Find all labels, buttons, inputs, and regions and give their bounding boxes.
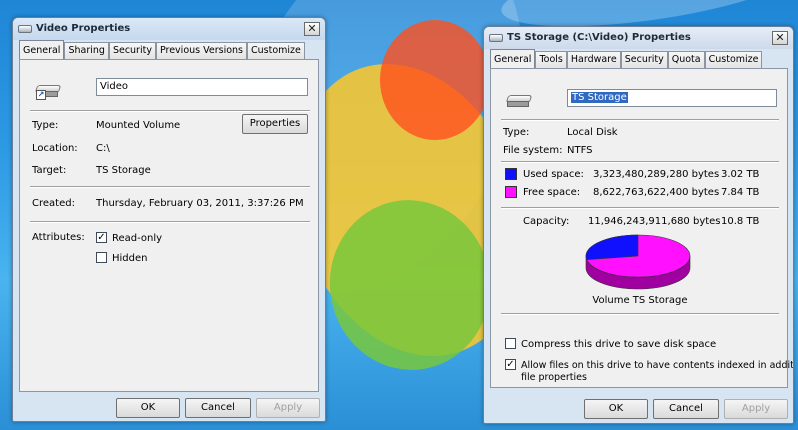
divider (501, 119, 779, 121)
tab-previous-versions[interactable]: Previous Versions (155, 42, 248, 60)
tab-general[interactable]: General (490, 49, 536, 69)
index-label-line1: Allow files on this drive to have conten… (521, 360, 794, 371)
tab-security[interactable]: Security (620, 51, 668, 69)
type-label: Type: (32, 120, 59, 131)
apply-button[interactable]: Apply (724, 399, 788, 419)
index-label-line2: file properties (521, 372, 587, 383)
disk-usage-pie-chart (585, 234, 691, 290)
window-title: Video Properties (36, 23, 131, 34)
used-space-label: Used space: (523, 169, 584, 180)
divider (30, 186, 310, 188)
properties-button[interactable]: Properties (242, 114, 308, 134)
window-title: TS Storage (C:\Video) Properties (507, 32, 691, 43)
used-space-bytes: 3,323,480,289,280 bytes (593, 169, 720, 180)
general-panel: TS Storage Type: Local Disk File system:… (490, 68, 793, 388)
tab-strip: General Sharing Security Previous Versio… (19, 40, 305, 60)
close-button[interactable]: ✕ (304, 22, 320, 36)
location-label: Location: (32, 143, 78, 154)
tab-general[interactable]: General (19, 40, 65, 60)
tab-customize[interactable]: Customize (247, 42, 305, 60)
divider (501, 161, 779, 163)
video-properties-window: Video Properties ✕ General Sharing Secur… (12, 17, 326, 422)
apply-button[interactable]: Apply (256, 398, 320, 418)
free-space-bytes: 8,622,763,622,400 bytes (593, 187, 720, 198)
free-space-size: 7.84 TB (721, 187, 760, 198)
tab-strip: General Tools Hardware Security Quota Cu… (490, 49, 763, 69)
tab-customize[interactable]: Customize (704, 51, 763, 69)
title-bar[interactable]: Video Properties ✕ (13, 18, 325, 40)
capacity-size: 10.8 TB (721, 216, 760, 227)
divider (501, 207, 779, 209)
attributes-label: Attributes: (32, 232, 85, 243)
created-value: Thursday, February 03, 2011, 3:37:26 PM (96, 198, 304, 209)
target-label: Target: (32, 165, 67, 176)
mounted-volume-icon: ↗ (34, 85, 62, 100)
drive-shortcut-icon (18, 25, 32, 33)
used-space-size: 3.02 TB (721, 169, 760, 180)
filesystem-label: File system: (503, 145, 563, 156)
capacity-bytes: 11,946,243,911,680 bytes (588, 216, 721, 227)
divider (30, 110, 310, 112)
volume-name-caption: Volume TS Storage (592, 295, 688, 306)
ok-button[interactable]: OK (584, 399, 648, 419)
ok-button[interactable]: OK (116, 398, 180, 418)
tab-sharing[interactable]: Sharing (64, 42, 109, 60)
divider (30, 221, 310, 223)
hidden-label: Hidden (112, 253, 148, 264)
type-label: Type: (503, 127, 530, 138)
close-button[interactable]: ✕ (772, 31, 788, 45)
compress-checkbox[interactable] (505, 338, 516, 349)
ts-storage-properties-window: TS Storage (C:\Video) Properties ✕ Gener… (483, 26, 794, 424)
filesystem-value: NTFS (567, 145, 593, 156)
hard-drive-icon (505, 95, 533, 108)
type-value: Mounted Volume (96, 120, 181, 131)
used-space-swatch (505, 168, 517, 180)
created-label: Created: (32, 198, 75, 209)
general-panel: ↗ Video Type: Mounted Volume Properties … (19, 59, 319, 392)
target-value: TS Storage (96, 165, 151, 176)
capacity-label: Capacity: (523, 216, 570, 227)
name-field[interactable]: Video (96, 78, 308, 96)
index-checkbox[interactable]: ✓ (505, 359, 516, 370)
tab-quota[interactable]: Quota (667, 51, 705, 69)
cancel-button[interactable]: Cancel (653, 399, 719, 419)
tab-tools[interactable]: Tools (535, 51, 567, 69)
hidden-checkbox[interactable] (96, 252, 107, 263)
pie-used-slice (585, 234, 639, 260)
readonly-label: Read-only (112, 233, 163, 244)
type-value: Local Disk (567, 127, 618, 138)
readonly-checkbox[interactable]: ✓ (96, 232, 107, 243)
tab-hardware[interactable]: Hardware (566, 51, 621, 69)
shortcut-arrow-icon: ↗ (36, 90, 46, 100)
free-space-label: Free space: (523, 187, 581, 198)
location-value: C:\ (96, 143, 110, 154)
free-space-swatch (505, 186, 517, 198)
compress-label: Compress this drive to save disk space (521, 339, 717, 350)
cancel-button[interactable]: Cancel (185, 398, 251, 418)
drive-icon (489, 34, 503, 42)
tab-security[interactable]: Security (108, 42, 156, 60)
divider (501, 313, 779, 315)
volume-label-field[interactable]: TS Storage (567, 89, 777, 107)
title-bar[interactable]: TS Storage (C:\Video) Properties ✕ (484, 27, 793, 49)
